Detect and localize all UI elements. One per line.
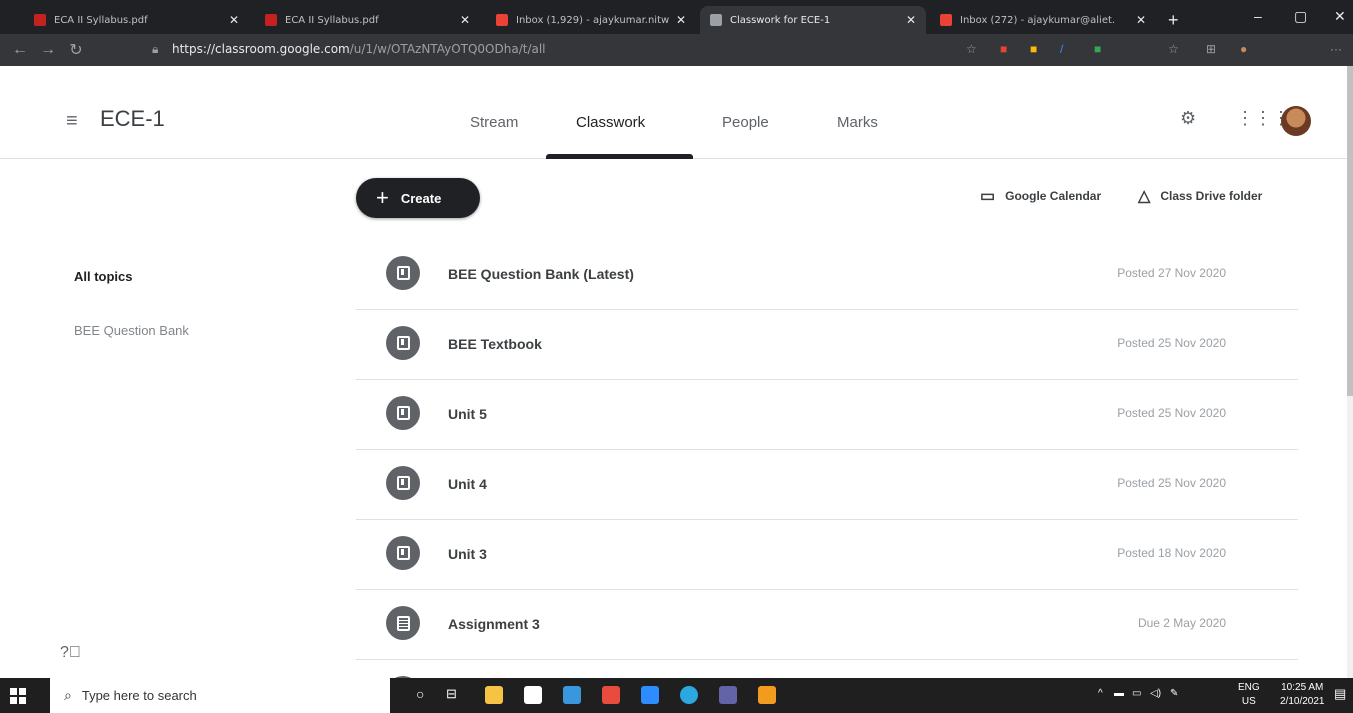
zoom-icon[interactable]	[641, 686, 659, 704]
classwork-list: BEE Question Bank (Latest) Posted 27 Nov…	[356, 240, 1298, 678]
forward-icon[interactable]: →	[34, 41, 62, 59]
create-button[interactable]: + Create	[356, 178, 480, 218]
material-icon	[386, 536, 420, 570]
assignment-icon	[386, 606, 420, 640]
topic-all-topics[interactable]: All topics	[74, 269, 133, 284]
browser-tab-active[interactable]: Classwork for ECE-1 ✕	[700, 6, 926, 34]
windows-start-icon[interactable]	[10, 688, 26, 704]
pdf-icon	[265, 14, 277, 26]
plus-icon: +	[376, 185, 389, 210]
network-icon[interactable]: ▭	[1132, 688, 1141, 699]
extension-icon[interactable]: ■	[1000, 42, 1007, 56]
tab-stream[interactable]: Stream	[470, 114, 518, 131]
battery-icon[interactable]: ▬	[1114, 688, 1124, 699]
url-field[interactable]: https://classroom.google.com/u/1/w/OTAzN…	[172, 42, 546, 56]
active-tab-indicator	[546, 154, 693, 159]
app-icon[interactable]	[602, 686, 620, 704]
back-icon[interactable]: ←	[6, 41, 34, 59]
edge-icon[interactable]	[680, 686, 698, 704]
material-icon	[386, 326, 420, 360]
file-explorer-icon[interactable]	[485, 686, 503, 704]
close-tab-icon[interactable]: ✕	[460, 13, 470, 27]
drive-icon: △	[1138, 188, 1151, 205]
mail-icon[interactable]	[563, 686, 581, 704]
taskbar-search-input[interactable]: ⌕ Type here to search	[50, 678, 390, 713]
extension-icon[interactable]: ■	[1094, 42, 1101, 56]
calendar-icon: ▭	[980, 188, 996, 205]
taskbar: ⌕ Type here to search ○ ⊟ ^ ▬ ▭ ◁) ✎ ENG…	[0, 678, 1353, 713]
close-tab-icon[interactable]: ✕	[229, 13, 239, 27]
settings-icon[interactable]: ⚙	[1180, 108, 1196, 129]
teams-icon[interactable]	[719, 686, 737, 704]
list-item[interactable]: Assignment 3 Due 2 May 2020	[356, 590, 1298, 660]
list-item[interactable]	[356, 660, 1298, 678]
close-window-icon[interactable]: ✕	[1334, 8, 1346, 25]
app-icon[interactable]	[758, 686, 776, 704]
browser-tab[interactable]: ECA II Syllabus.pdf ✕	[24, 6, 249, 34]
material-icon	[386, 466, 420, 500]
cortana-icon[interactable]: ○	[416, 686, 424, 702]
browser-tab[interactable]: ECA II Syllabus.pdf ✕	[255, 6, 480, 34]
classroom-page: ≡ ECE-1 Stream Classwork People Marks ⚙ …	[0, 66, 1353, 678]
volume-icon[interactable]: ◁)	[1150, 688, 1161, 699]
lock-icon: 🔒︎	[152, 42, 159, 56]
browser-tab[interactable]: Inbox (272) - ajaykumar@aliet. ✕	[930, 6, 1156, 34]
new-tab-icon[interactable]: +	[1168, 10, 1179, 31]
browser-tab[interactable]: Inbox (1,929) - ajaykumar.nitw ✕	[486, 6, 696, 34]
tab-marks[interactable]: Marks	[837, 114, 878, 131]
search-icon: ⌕	[64, 687, 72, 703]
list-item[interactable]: Unit 3 Posted 18 Nov 2020	[356, 520, 1298, 590]
bookmarks-icon[interactable]: ☆	[1168, 42, 1179, 56]
close-tab-icon[interactable]: ✕	[676, 13, 686, 27]
collections-icon[interactable]: ⊞	[1206, 42, 1216, 56]
page-header: ≡ ECE-1 Stream Classwork People Marks ⚙ …	[0, 66, 1353, 159]
gmail-icon	[940, 14, 952, 26]
list-item[interactable]: Unit 5 Posted 25 Nov 2020	[356, 380, 1298, 450]
notifications-icon[interactable]: ▤	[1334, 686, 1346, 702]
profile-icon[interactable]: ●	[1240, 42, 1247, 56]
list-item[interactable]: Unit 4 Posted 25 Nov 2020	[356, 450, 1298, 520]
pdf-icon	[34, 14, 46, 26]
material-icon	[386, 256, 420, 290]
store-icon[interactable]	[524, 686, 542, 704]
tray-chevron-icon[interactable]: ^	[1098, 688, 1103, 699]
browser-tab-strip: ECA II Syllabus.pdf ✕ ECA II Syllabus.pd…	[0, 0, 1353, 34]
close-tab-icon[interactable]: ✕	[1136, 13, 1146, 27]
gmail-icon	[496, 14, 508, 26]
reading-mode-icon[interactable]: ☆	[966, 42, 977, 56]
language-indicator[interactable]: ENG US	[1238, 681, 1260, 709]
minimize-icon[interactable]: –	[1254, 8, 1262, 24]
pen-icon[interactable]: ✎	[1170, 688, 1178, 699]
clock[interactable]: 10:25 AM 2/10/2021	[1280, 681, 1325, 709]
class-drive-folder-link[interactable]: △ Class Drive folder	[1138, 186, 1262, 206]
list-item[interactable]: BEE Textbook Posted 25 Nov 2020	[356, 310, 1298, 380]
reload-icon[interactable]: ↻	[62, 40, 90, 60]
classroom-icon	[710, 14, 722, 26]
extension-icon[interactable]: /	[1060, 42, 1063, 56]
material-icon	[386, 396, 420, 430]
close-tab-icon[interactable]: ✕	[906, 13, 916, 27]
maximize-icon[interactable]: ▢	[1294, 8, 1307, 25]
avatar[interactable]	[1281, 106, 1311, 136]
tab-classwork[interactable]: Classwork	[576, 114, 645, 131]
extension-icon[interactable]: ■	[1030, 42, 1037, 56]
more-icon[interactable]: ···	[1330, 42, 1342, 56]
help-icon[interactable]: ?⃝	[60, 644, 81, 662]
address-bar: ← → ↻ 🔒︎ https://classroom.google.com/u/…	[0, 34, 1353, 66]
google-calendar-link[interactable]: ▭ Google Calendar	[980, 186, 1101, 206]
tab-people[interactable]: People	[722, 114, 769, 131]
scrollbar[interactable]	[1347, 66, 1353, 678]
topic-bee-question-bank[interactable]: BEE Question Bank	[74, 323, 189, 338]
task-view-icon[interactable]: ⊟	[446, 686, 457, 702]
list-item[interactable]: BEE Question Bank (Latest) Posted 27 Nov…	[356, 240, 1298, 310]
menu-icon[interactable]: ≡	[66, 110, 78, 133]
class-name[interactable]: ECE-1	[100, 106, 165, 132]
